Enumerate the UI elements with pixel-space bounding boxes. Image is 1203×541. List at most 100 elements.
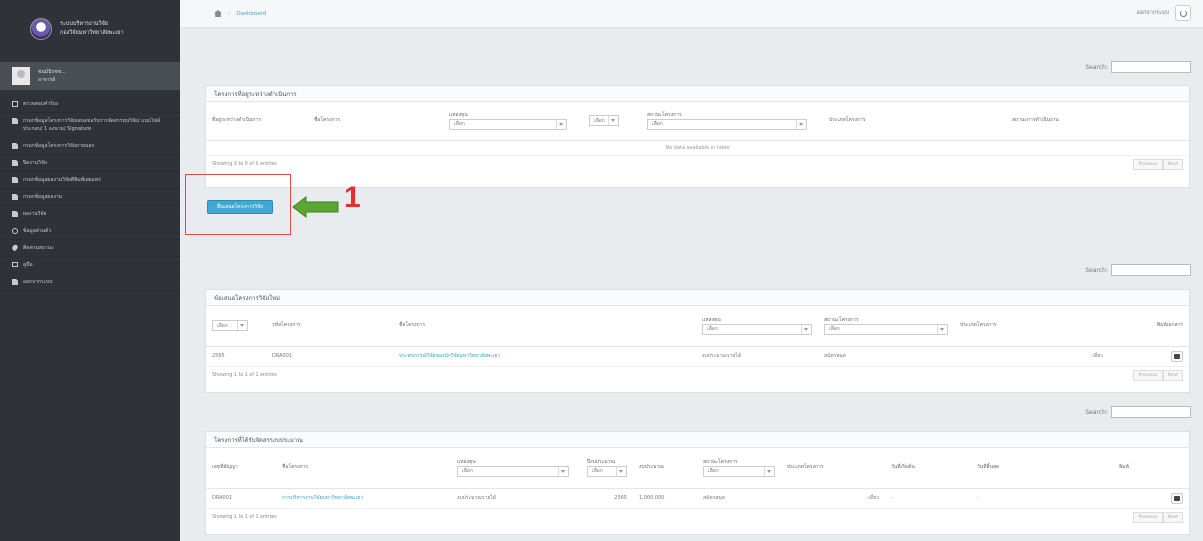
sidebar-item-close-project[interactable]: ปิดงานวิจัย (0, 155, 180, 172)
cell-end: - (971, 488, 1113, 509)
sidebar-menu: ตรวจสอบคำร้อง กรอกข้อมูลโครงการวิจัยเสนอ… (0, 90, 180, 291)
col-header-year: เลือก (583, 102, 641, 141)
col-header[interactable]: ประเภทโครงการ (781, 448, 885, 489)
panel-title: ข้อเสนอโครงการวิจัยใหม่ (206, 290, 1189, 306)
fund-select[interactable]: เลือก (457, 465, 569, 477)
cell-contract: DRA001 (206, 488, 276, 509)
year-select[interactable]: เลือก (212, 320, 248, 332)
sidebar-item-publication[interactable]: กรอกข้อมูลผลงานวิจัยตีพิมพ์เผยแพร่ (0, 172, 180, 189)
chevron-down-icon (237, 321, 245, 331)
fund-select[interactable]: เลือก (449, 118, 567, 130)
gear-icon (12, 228, 18, 234)
prev-button[interactable]: Previous (1133, 159, 1163, 170)
col-header[interactable]: สถานะการดำเนินงาน (1006, 102, 1189, 141)
main-content: › Dashboard ออกจากระบบ Search: โครงการที… (180, 0, 1203, 541)
table-row: DRA001 การบริหารงานวิจัยมหาวิทยาลัยพะเยา… (206, 488, 1189, 509)
sidebar-item-label: กรอกข้อมูลผลงานวิจัยตีพิมพ์เผยแพร่ (23, 177, 101, 183)
col-header-status: สถานะโครงการ เลือก (641, 102, 823, 141)
user-profile[interactable]: ชนม์นิรชช... อาจารย์ (0, 62, 180, 90)
col-header[interactable]: เลขที่สัญญา (206, 448, 276, 489)
year-select[interactable]: เลือก (587, 465, 627, 477)
sidebar-item-label: ออกจากระบบ (23, 279, 53, 285)
table-info: Showing 0 to 0 of 0 entries (212, 162, 277, 167)
project-link[interactable]: ประสบการณ์วิจัยของนักวิจัยมหาวิทยาลัยพะเ… (399, 353, 500, 359)
status-select[interactable]: เลือก (824, 323, 948, 335)
prev-button[interactable]: Previous (1133, 370, 1163, 381)
col-header[interactable]: งบประมาณ (633, 448, 697, 489)
col-header[interactable]: ชื่อโครงการ (276, 448, 451, 489)
breadcrumb[interactable]: Dashboard (236, 11, 266, 17)
pagination: Previous Next (1133, 370, 1183, 381)
year-select[interactable]: เลือก (589, 115, 619, 127)
annotation-number: 1 (344, 181, 361, 214)
user-name: ชนม์นิรชช... (38, 69, 66, 75)
sidebar-item-tracking[interactable]: ติดตามสถานะ (0, 240, 180, 257)
search-input[interactable] (1111, 264, 1191, 276)
status-select[interactable]: เลือก (647, 118, 807, 130)
cell-type: เดี่ยว (954, 346, 1109, 367)
sidebar: ระบบบริหารงานวิจัย กองวิจัยมหาวิทยาลัยพะ… (0, 0, 180, 541)
user-role: อาจารย์ (38, 77, 56, 83)
col-header[interactable]: ประเภทโครงการ (954, 306, 1109, 347)
sidebar-item-submit-proposal[interactable]: กรอกข้อมูลโครงการวิจัยเสนอขอรับการจัดสรร… (0, 113, 180, 138)
panel-funded-projects: โครงการที่ได้รับจัดสรรงบประมาณ เลขที่สัญ… (205, 431, 1190, 535)
print-button[interactable] (1171, 492, 1183, 504)
home-icon[interactable] (214, 10, 222, 17)
prev-button[interactable]: Previous (1133, 512, 1163, 523)
next-button[interactable]: Next (1162, 159, 1183, 170)
calculator-icon (12, 101, 18, 107)
power-icon (1179, 9, 1187, 17)
empty-message: No data available in table (206, 140, 1189, 156)
printer-icon (1174, 495, 1180, 501)
power-button[interactable] (1175, 5, 1191, 21)
col-header[interactable]: ชื่อโครงการ (393, 306, 696, 347)
col-header-fund: แหล่งทุน เลือก (696, 306, 818, 347)
arrow-left-icon (292, 196, 339, 218)
print-button[interactable] (1171, 350, 1183, 362)
sidebar-item-profile[interactable]: ข้อมูลส่วนตัว (0, 223, 180, 240)
chevron-down-icon (608, 116, 616, 126)
chevron-down-icon (556, 119, 564, 129)
col-header[interactable]: วันที่สิ้นสุด (971, 448, 1113, 489)
university-logo-icon (30, 18, 52, 40)
col-header[interactable]: วันที่เริ่มต้น (885, 448, 971, 489)
col-header[interactable]: ชื่อโครงการ (308, 102, 443, 141)
sidebar-item-research[interactable]: ผลงานวิจัย (0, 206, 180, 223)
search-label: Search: (1085, 408, 1108, 416)
search-input[interactable] (1111, 406, 1191, 418)
col-header[interactable]: ที่อยู่ระหว่างดำเนินการ (206, 102, 308, 141)
logout-link[interactable]: ออกจากระบบ (1137, 9, 1169, 17)
cell-code: DRA001 (266, 346, 393, 367)
sidebar-item-label: ติดตามสถานะ (23, 245, 54, 251)
search-input[interactable] (1111, 61, 1191, 73)
table-info: Showing 1 to 1 of 1 entries (212, 373, 277, 378)
sidebar-item-check-request[interactable]: ตรวจสอบคำร้อง (0, 96, 180, 113)
topbar: › Dashboard ออกจากระบบ (180, 0, 1203, 28)
fund-select[interactable]: เลือก (702, 323, 812, 335)
project-link[interactable]: การบริหารงานวิจัยมหาวิทยาลัยพะเยา (282, 495, 363, 501)
chevron-down-icon (558, 466, 566, 476)
chevron-down-icon (796, 119, 804, 129)
sidebar-item-manual[interactable]: คู่มือ (0, 257, 180, 274)
add-proposal-button[interactable]: ยื่นเสนอโครงการวิจัย (207, 200, 273, 214)
brand[interactable]: ระบบบริหารงานวิจัย กองวิจัยมหาวิทยาลัยพะ… (0, 0, 180, 58)
sidebar-item-logout[interactable]: ออกจากระบบ (0, 274, 180, 291)
breadcrumb-separator: › (228, 10, 231, 17)
col-header[interactable]: พิมพ์เอกสาร (1109, 306, 1189, 347)
sidebar-item-label: ตรวจสอบคำร้อง (23, 101, 59, 107)
next-button[interactable]: Next (1162, 370, 1183, 381)
col-header[interactable]: ประเภทโครงการ (823, 102, 1006, 141)
next-button[interactable]: Next (1162, 512, 1183, 523)
col-header[interactable]: พิมพ์ (1113, 448, 1189, 489)
search-label: Search: (1085, 266, 1108, 274)
new-proposals-table: เลือก รหัสโครงการ ชื่อโครงการ แหล่งทุน เล… (206, 306, 1189, 367)
chevron-down-icon (616, 466, 624, 476)
sidebar-item-external-project[interactable]: กรอกข้อมูลโครงการวิจัยภายนอก (0, 138, 180, 155)
sidebar-item-works[interactable]: กรอกข้อมูลผลงาน (0, 189, 180, 206)
search-row: Search: (1085, 406, 1191, 418)
status-select[interactable]: เลือก (703, 465, 775, 477)
cell-year: 2565 (581, 488, 633, 509)
chevron-down-icon (937, 324, 945, 334)
col-header-year: ปีงบประมาณ เลือก (581, 448, 633, 489)
col-header[interactable]: รหัสโครงการ (266, 306, 393, 347)
